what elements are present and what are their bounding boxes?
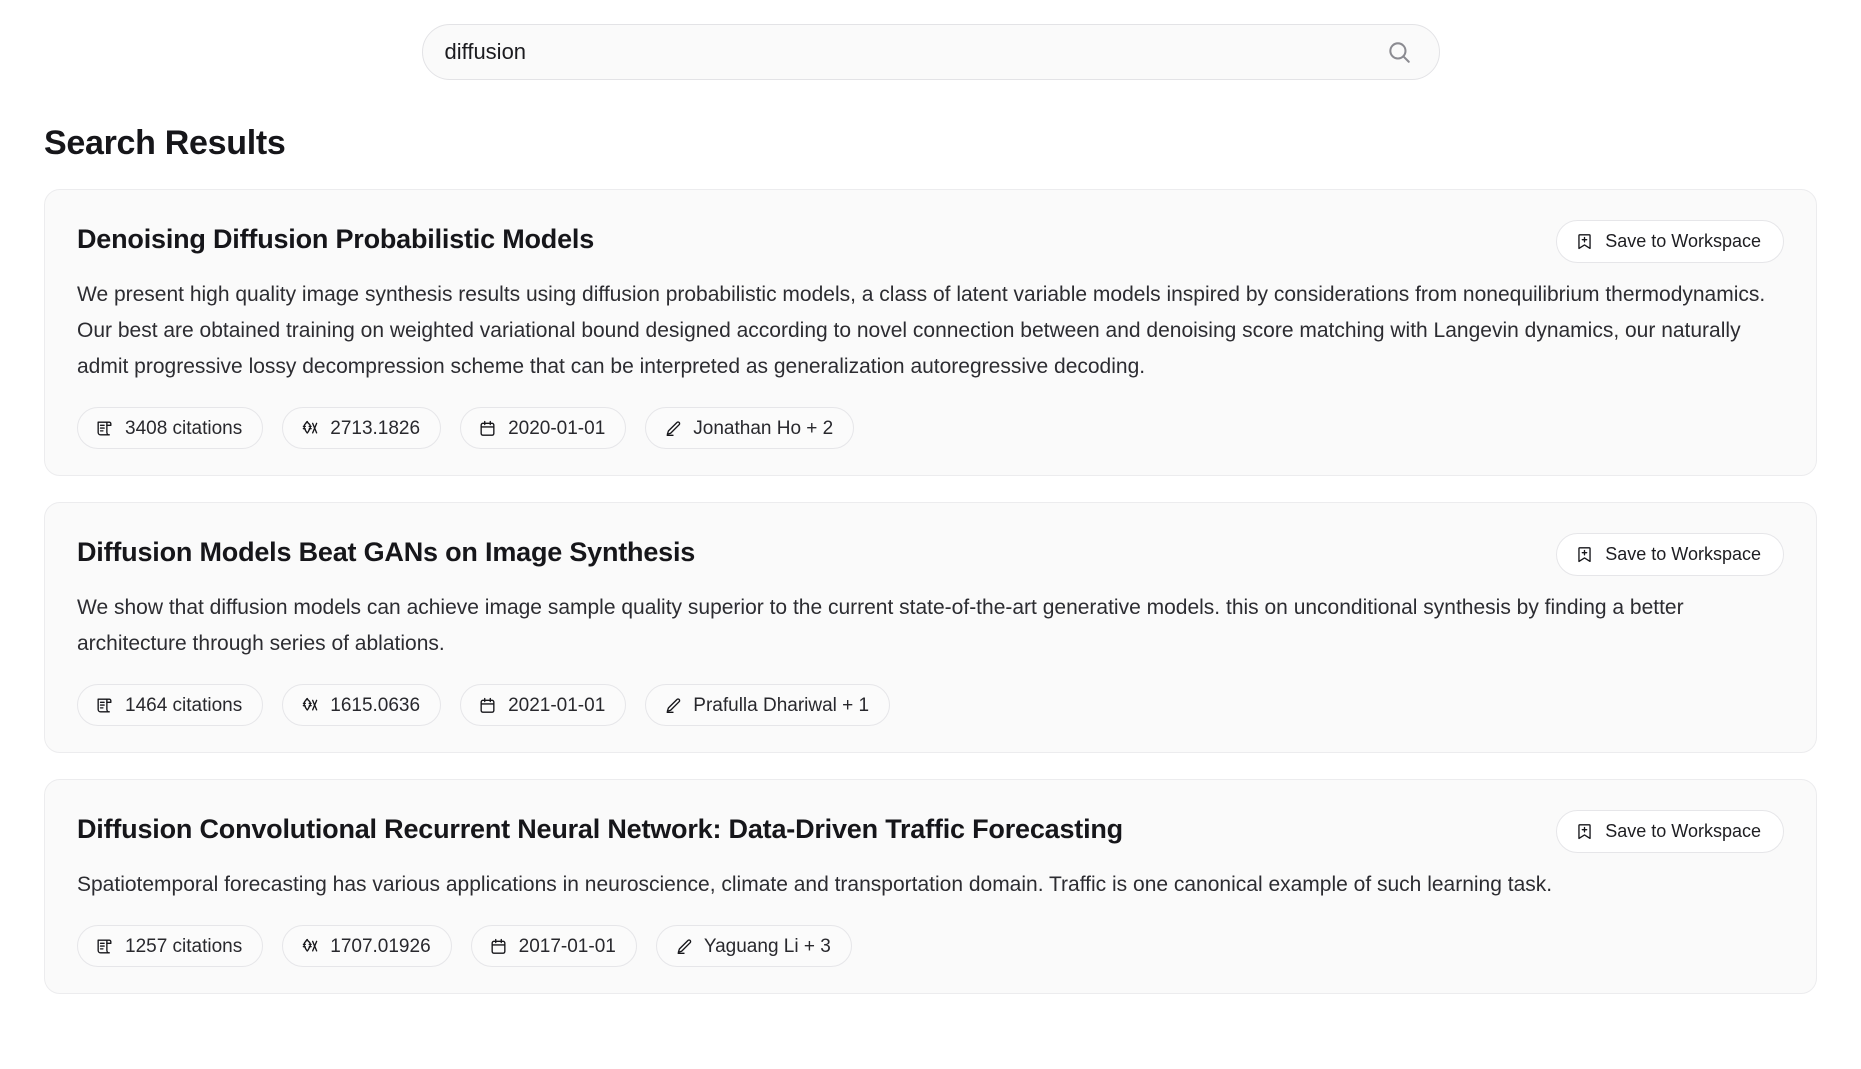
bookmark-plus-icon <box>1575 545 1594 564</box>
calendar-icon <box>478 419 497 438</box>
meta-chip[interactable]: Jonathan Ho + 2 <box>645 407 855 449</box>
search-bar-region <box>0 0 1861 80</box>
result-card[interactable]: Denoising Diffusion Probabilistic Models… <box>44 189 1817 476</box>
search-input[interactable] <box>444 39 1385 65</box>
result-card-header: Diffusion Models Beat GANs on Image Synt… <box>77 533 1784 576</box>
meta-chip[interactable]: 2020-01-01 <box>460 407 627 449</box>
result-title[interactable]: Diffusion Models Beat GANs on Image Synt… <box>77 533 1532 569</box>
meta-chip[interactable]: 1464 citations <box>77 684 264 726</box>
meta-chip[interactable]: 1707.01926 <box>282 925 452 967</box>
author-pen-icon <box>663 696 682 715</box>
save-to-workspace-button[interactable]: Save to Workspace <box>1556 220 1784 263</box>
meta-chip[interactable]: 1615.0636 <box>282 684 442 726</box>
citations-scroll-icon <box>95 937 114 956</box>
bookmark-plus-icon <box>1575 232 1594 251</box>
result-meta-chips: 1464 citations 1615.0636 2021-01-01 Prafull… <box>77 684 1784 726</box>
save-to-workspace-label: Save to Workspace <box>1605 544 1761 564</box>
result-abstract: We show that diffusion models can achiev… <box>77 596 1684 655</box>
meta-chip-label: 2020-01-01 <box>508 417 606 439</box>
meta-chip-label: 1464 citations <box>125 694 243 716</box>
meta-chip[interactable]: 2017-01-01 <box>470 925 637 967</box>
meta-chip-label: 2017-01-01 <box>518 935 616 957</box>
search-results-list: Denoising Diffusion Probabilistic Models… <box>0 163 1861 994</box>
page-title: Search Results <box>44 124 286 162</box>
meta-chip[interactable]: 1257 citations <box>77 925 264 967</box>
meta-chip[interactable]: Yaguang Li + 3 <box>655 925 852 967</box>
result-abstract: Spatiotemporal forecasting has various a… <box>77 873 1553 896</box>
meta-chip-label: Prafulla Dhariwal + 1 <box>693 694 870 716</box>
meta-chip[interactable]: 3408 citations <box>77 407 264 449</box>
save-to-workspace-button[interactable]: Save to Workspace <box>1556 533 1784 576</box>
result-card-header: Denoising Diffusion Probabilistic Models… <box>77 220 1784 263</box>
search-icon[interactable] <box>1385 38 1413 66</box>
arxiv-icon <box>300 696 319 715</box>
result-abstract: We present high quality image synthesis … <box>77 283 1766 378</box>
author-pen-icon <box>663 419 682 438</box>
meta-chip-label: 2021-01-01 <box>508 694 606 716</box>
meta-chip-label: 1257 citations <box>125 935 243 957</box>
arxiv-icon <box>300 937 319 956</box>
calendar-icon <box>478 696 497 715</box>
citations-scroll-icon <box>95 419 114 438</box>
meta-chip-label: 2713.1826 <box>330 417 421 439</box>
meta-chip-label: 1615.0636 <box>330 694 421 716</box>
result-title[interactable]: Diffusion Convolutional Recurrent Neural… <box>77 810 1532 846</box>
meta-chip-label: Yaguang Li + 3 <box>703 935 831 957</box>
meta-chip-label: 3408 citations <box>125 417 243 439</box>
result-meta-chips: 1257 citations 1707.01926 2017-01-01 Yaguan… <box>77 925 1784 967</box>
arxiv-icon <box>300 419 319 438</box>
bookmark-plus-icon <box>1575 822 1594 841</box>
author-pen-icon <box>674 937 693 956</box>
citations-scroll-icon <box>95 696 114 715</box>
result-card-header: Diffusion Convolutional Recurrent Neural… <box>77 810 1784 853</box>
result-title[interactable]: Denoising Diffusion Probabilistic Models <box>77 220 1532 256</box>
search-box[interactable] <box>421 24 1440 80</box>
meta-chip-label: 1707.01926 <box>330 935 431 957</box>
result-card[interactable]: Diffusion Convolutional Recurrent Neural… <box>44 779 1817 994</box>
calendar-icon <box>489 937 508 956</box>
save-to-workspace-label: Save to Workspace <box>1605 231 1761 251</box>
meta-chip[interactable]: 2713.1826 <box>282 407 442 449</box>
meta-chip[interactable]: Prafulla Dhariwal + 1 <box>645 684 891 726</box>
save-to-workspace-button[interactable]: Save to Workspace <box>1556 810 1784 853</box>
meta-chip[interactable]: 2021-01-01 <box>460 684 627 726</box>
meta-chip-label: Jonathan Ho + 2 <box>693 417 834 439</box>
result-card[interactable]: Diffusion Models Beat GANs on Image Synt… <box>44 502 1817 753</box>
result-meta-chips: 3408 citations 2713.1826 2020-01-01 Jonatha… <box>77 407 1784 449</box>
save-to-workspace-label: Save to Workspace <box>1605 821 1761 841</box>
